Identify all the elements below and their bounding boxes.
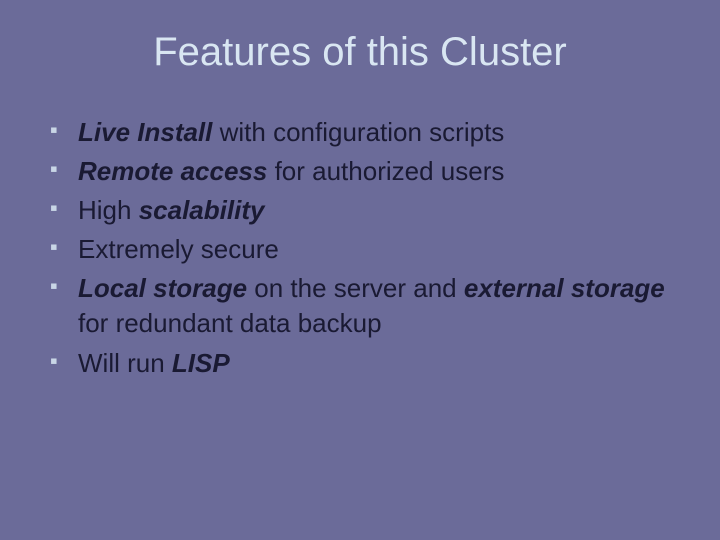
text-span: Extremely secure <box>78 234 279 264</box>
text-span: for authorized users <box>267 156 504 186</box>
text-span: on the server and <box>247 273 464 303</box>
list-item: Local storage on the server and external… <box>50 271 680 341</box>
text-span: Will run <box>78 348 172 378</box>
list-item: Will run LISP <box>50 346 680 381</box>
bullet-list: Live Install with configuration scripts R… <box>40 115 680 381</box>
list-item: Extremely secure <box>50 232 680 267</box>
page-title: Features of this Cluster <box>40 30 680 75</box>
text-span: with configuration scripts <box>212 117 504 147</box>
text-span: for redundant data backup <box>78 308 382 338</box>
text-span: LISP <box>172 348 230 378</box>
text-span: Live Install <box>78 117 212 147</box>
slide: Features of this Cluster Live Install wi… <box>0 0 720 540</box>
text-span: Remote access <box>78 156 267 186</box>
list-item: Remote access for authorized users <box>50 154 680 189</box>
text-span: external storage <box>464 273 665 303</box>
list-item: High scalability <box>50 193 680 228</box>
text-span: High <box>78 195 139 225</box>
text-span: Local storage <box>78 273 247 303</box>
text-span: scalability <box>139 195 265 225</box>
list-item: Live Install with configuration scripts <box>50 115 680 150</box>
